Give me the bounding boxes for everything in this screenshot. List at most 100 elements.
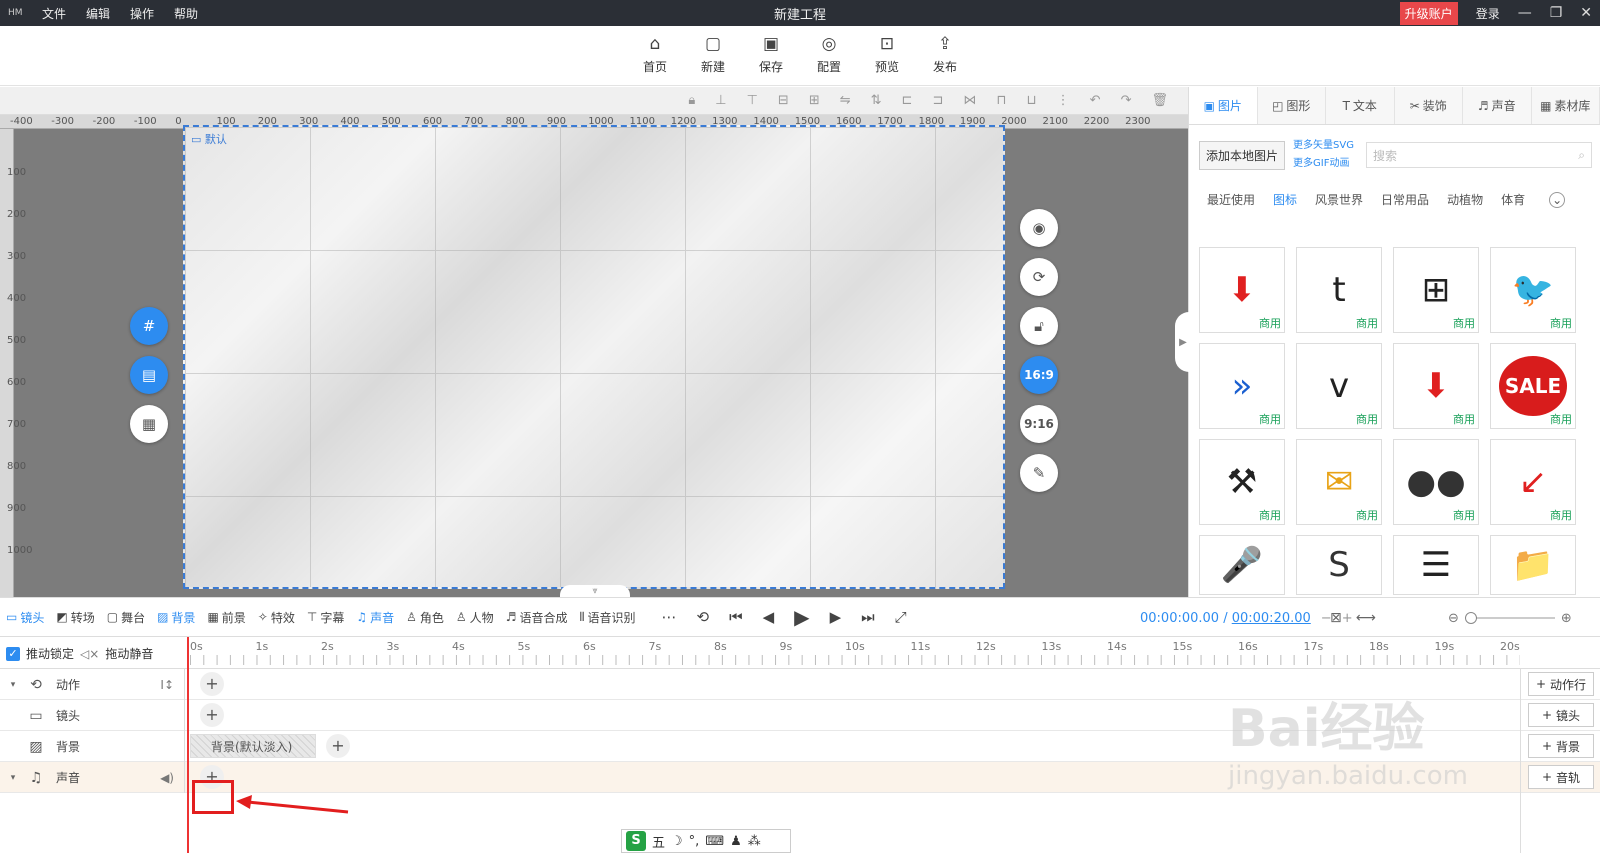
close-icon[interactable]: ✕ [1580,5,1592,21]
mute-icon[interactable]: ◁× [80,647,99,661]
align-center-v-icon[interactable]: ⊥ [715,93,726,108]
calendar-settings-icon[interactable]: ▦ [130,405,168,443]
more-gif-link[interactable]: 更多GIF动画 [1293,155,1354,173]
timeline-tool-5[interactable]: ✧ 特效 [258,609,295,626]
unlock-icon[interactable]: 🔓︎ [1020,307,1058,345]
next-frame-icon[interactable]: ▶ [830,608,842,626]
timeline-tool-2[interactable]: ▢ 舞台 [107,609,145,626]
zoom-slider-knob[interactable] [1464,612,1477,624]
toolbar-settings-button[interactable]: ◎ 配置 [812,34,846,85]
fullscreen-icon[interactable]: ⤢ [895,608,907,626]
camera-capture-icon[interactable]: ◉ [1020,209,1058,247]
asset-tile[interactable]: ⬇ 商用 [1393,343,1479,429]
asset-tile[interactable]: ↙ 商用 [1490,439,1576,525]
tab-image[interactable]: ▣ 图片 [1189,87,1258,124]
toolbar-home-button[interactable]: ⌂ 首页 [638,34,672,85]
category-tab[interactable]: 图标 [1273,191,1297,208]
menu-edit[interactable]: 编辑 [86,5,110,22]
menu-help[interactable]: 帮助 [174,5,198,22]
frame-icon[interactable]: ▤ [130,356,168,394]
distribute-v-icon[interactable]: ⋮ [1057,93,1070,108]
timeline-tool-10[interactable]: ♬ 语音合成 [506,609,568,626]
asset-tile[interactable]: ⚒ 商用 [1199,439,1285,525]
upgrade-button[interactable]: 升级账户 [1399,1,1458,25]
align-top-edge-icon[interactable]: ⊓ [996,93,1006,108]
lock-checkbox[interactable]: ✓ [6,646,20,661]
skip-end-icon[interactable]: ⏭ [861,608,875,626]
prev-frame-icon[interactable]: ◀ [763,608,775,626]
timeline-tool-6[interactable]: ⊤ 字幕 [307,609,344,626]
add-track-item-button[interactable]: + [326,734,350,758]
expand-categories-icon[interactable]: ⌄ [1549,191,1566,208]
category-tab[interactable]: 体育 [1501,191,1525,208]
more-icon[interactable]: ⋯ [662,608,677,626]
ime-item[interactable]: °, [689,834,700,849]
asset-tile[interactable]: 🎤 [1199,535,1285,595]
maximize-icon[interactable]: ❐ [1550,5,1563,21]
delete-icon[interactable]: 🗑︎ [1151,93,1168,108]
track-extra-icon[interactable]: ◀) [160,771,174,785]
stage-canvas[interactable]: ▭ 默认 [183,125,1005,589]
ime-item[interactable]: ⁂ [748,834,761,849]
time-ruler[interactable] [190,655,1520,665]
login-button[interactable]: 登录 [1476,5,1500,22]
timeline-tool-1[interactable]: ◩ 转场 [56,609,94,626]
tab-shape[interactable]: ◰ 图形 [1258,87,1326,124]
track-extra-icon[interactable]: I↕ [160,678,174,692]
zoom-slider[interactable] [1464,612,1555,624]
redo-icon[interactable]: ↷ [1121,93,1132,108]
add-local-image-button[interactable]: 添加本地图片 [1199,140,1286,170]
search-icon[interactable]: ⌕ [1578,148,1585,163]
lock-icon[interactable]: 🔒︎ [688,93,695,108]
align-right-icon[interactable]: ⊐ [932,93,943,108]
add-track-item-button[interactable]: + [200,672,224,696]
timeline-tool-9[interactable]: ♙ 人物 [456,609,494,626]
ratio-9-16-button[interactable]: 9:16 [1020,405,1058,443]
mute-label[interactable]: 拖动静音 [105,645,153,662]
undo-icon[interactable]: ↶ [1090,93,1101,108]
fit-width-icon[interactable]: ⟷ [1356,610,1376,626]
add-music-track-button[interactable]: + 音轨 [1528,765,1594,789]
toolbar-preview-button[interactable]: ⊡ 预览 [870,34,904,85]
toolbar-publish-button[interactable]: ⇪ 发布 [928,34,962,85]
ime-item[interactable]: 五 [652,832,665,851]
expand-arrow-icon[interactable]: ▾ [6,680,20,690]
asset-tile[interactable]: ⊞ 商用 [1393,247,1479,333]
ime-logo[interactable]: S [626,831,646,851]
ime-item[interactable]: ♟ [730,834,742,849]
asset-tile[interactable]: ☰ [1393,535,1479,595]
collapse-timeline-icon[interactable]: ⩔ [560,585,630,597]
add-camera-track-button[interactable]: + 镜头 [1528,703,1594,727]
add-background-track-button[interactable]: + 背景 [1528,734,1594,758]
menu-file[interactable]: 文件 [42,5,66,22]
asset-tile[interactable]: 📁 [1490,535,1576,595]
timeline-tool-3[interactable]: ▨ 背景 [157,609,195,626]
background-clip[interactable]: 背景(默认淡入) [190,734,316,758]
add-action-track-button[interactable]: + 动作行 [1528,672,1594,696]
rotate-icon[interactable]: ⟳ [1020,258,1058,296]
minimize-icon[interactable]: — [1518,5,1532,21]
asset-tile[interactable]: S [1296,535,1382,595]
category-tab[interactable]: 动植物 [1447,191,1483,208]
timeline-tool-7[interactable]: ♫ 声音 [356,609,394,626]
align-middle-icon[interactable]: ⊟ [778,93,789,108]
flip-v-icon[interactable]: ⇅ [871,93,882,108]
align-bottom-icon[interactable]: ⊞ [809,93,820,108]
category-tab[interactable]: 最近使用 [1207,191,1255,208]
distribute-h-icon[interactable]: ⋈ [963,93,976,108]
playhead[interactable] [187,637,189,853]
ime-item[interactable]: ☽ [671,834,683,849]
skip-start-icon[interactable]: ⏮ [729,608,743,626]
asset-tile[interactable]: 🐦 商用 [1490,247,1576,333]
timeline-tool-0[interactable]: ▭ 镜头 [6,609,44,626]
asset-tile[interactable]: t 商用 [1296,247,1382,333]
time-total[interactable]: 00:00:20.00 [1232,611,1311,626]
toolbar-save-button[interactable]: ▣ 保存 [754,34,788,85]
timeline-tool-4[interactable]: ▦ 前景 [207,609,245,626]
category-tab[interactable]: 风景世界 [1315,191,1363,208]
timeline-tool-11[interactable]: ⫴ 语音识别 [579,609,635,626]
asset-tile[interactable]: ✉ 商用 [1296,439,1382,525]
expand-arrow-icon[interactable]: ▾ [6,773,20,783]
align-top-icon[interactable]: ⊤ [747,93,758,108]
category-tab[interactable]: 日常用品 [1381,191,1429,208]
